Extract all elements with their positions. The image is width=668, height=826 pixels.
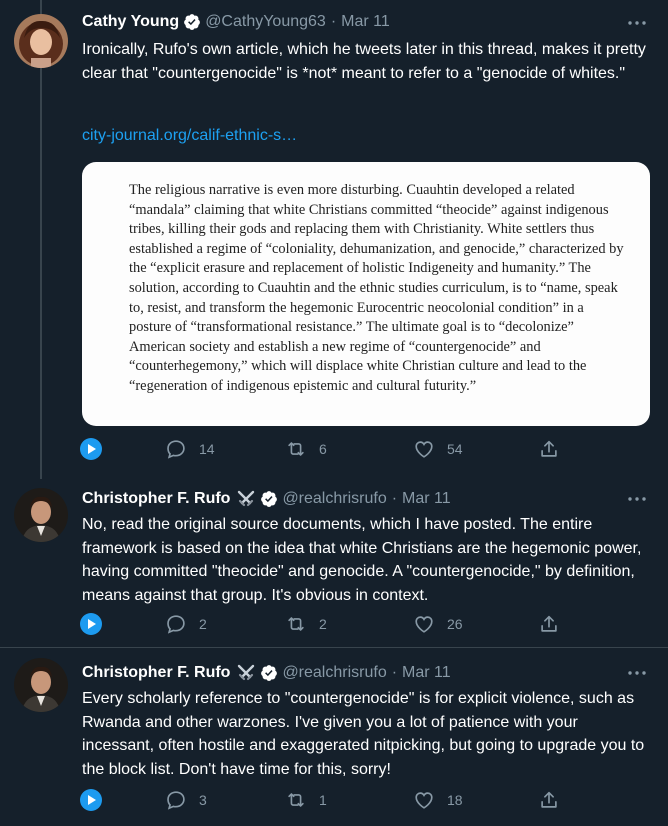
reply-icon [167,440,185,459]
retweet-button[interactable]: 6 [285,437,327,461]
separator-dot: · [330,13,337,30]
more-icon[interactable] [626,14,648,32]
tweet-actions: 14 6 54 [80,437,560,461]
reply-count: 14 [199,441,215,457]
reply-button[interactable]: 3 [165,788,207,812]
verified-badge-icon [260,664,278,682]
tweet-text: Every scholarly reference to "countergen… [82,690,645,778]
like-count: 26 [447,616,463,632]
crossed-swords-icon [236,489,256,509]
retweet-icon [288,793,304,807]
share-button[interactable] [538,437,560,461]
retweet-count: 6 [319,441,327,457]
more-icon[interactable] [626,664,648,682]
retweet-count: 2 [319,616,327,632]
tweet-cathy-young[interactable]: Cathy Young @CathyYoung63 · Mar 11 Ironi… [0,0,668,480]
article-link[interactable]: city-journal.org/calif-ethnic-s… [82,127,297,145]
play-icon[interactable] [80,789,102,811]
like-count: 54 [447,441,463,457]
like-icon [415,616,433,633]
retweet-count: 1 [319,792,327,808]
tweet-header: Christopher F. Rufo @realchrisrufo · Mar… [82,489,451,509]
author-name[interactable]: Christopher F. Rufo [82,490,230,508]
author-name[interactable]: Christopher F. Rufo [82,664,230,682]
tweet-header: Christopher F. Rufo @realchrisrufo · Mar… [82,663,451,683]
reply-count: 2 [199,616,207,632]
reply-count: 3 [199,792,207,808]
author-handle[interactable]: @realchrisrufo [282,664,386,682]
tweet-rufo-reply-2[interactable]: Christopher F. Rufo @realchrisrufo · Mar… [0,648,668,826]
tweet-date[interactable]: Mar 11 [402,490,451,508]
verified-badge-icon [183,13,201,31]
retweet-icon [288,442,304,456]
author-handle[interactable]: @realchrisrufo [282,490,386,508]
reply-icon [167,615,185,634]
reply-button[interactable]: 2 [165,612,207,636]
crossed-swords-icon [236,663,256,683]
tweet-date[interactable]: Mar 11 [402,664,451,682]
share-icon [541,615,557,632]
like-count: 18 [447,792,463,808]
like-button[interactable]: 26 [413,612,463,636]
separator-dot: · [391,664,398,681]
author-handle[interactable]: @CathyYoung63 [205,13,326,31]
play-icon[interactable] [80,438,102,460]
retweet-button[interactable]: 1 [285,788,327,812]
tweet-date[interactable]: Mar 11 [341,13,390,31]
verified-badge-icon [260,490,278,508]
reply-icon [167,791,185,810]
reply-button[interactable]: 14 [165,437,215,461]
share-button[interactable] [538,612,560,636]
retweet-icon [288,617,304,631]
avatar[interactable] [14,488,68,542]
tweet-actions: 2 2 26 [80,612,560,636]
tweet-text: No, read the original source documents, … [82,516,642,604]
share-button[interactable] [538,788,560,812]
more-icon[interactable] [626,490,648,508]
separator-dot: · [391,490,398,507]
excerpt-text: The religious narrative is even more dis… [129,182,624,394]
article-excerpt-image[interactable]: The religious narrative is even more dis… [82,162,650,426]
tweet-rufo-reply-1[interactable]: Christopher F. Rufo @realchrisrufo · Mar… [0,480,668,647]
like-button[interactable]: 18 [413,788,463,812]
like-button[interactable]: 54 [413,437,463,461]
like-icon [415,792,433,809]
like-icon [415,441,433,458]
play-icon[interactable] [80,613,102,635]
avatar[interactable] [14,658,68,712]
share-icon [541,440,557,457]
tweet-text: Ironically, Rufo's own article, which he… [82,41,646,82]
retweet-button[interactable]: 2 [285,612,327,636]
tweet-actions: 3 1 18 [80,788,560,812]
author-name[interactable]: Cathy Young [82,13,179,31]
tweet-header: Cathy Young @CathyYoung63 · Mar 11 [82,13,390,31]
avatar[interactable] [14,14,68,68]
share-icon [541,791,557,808]
